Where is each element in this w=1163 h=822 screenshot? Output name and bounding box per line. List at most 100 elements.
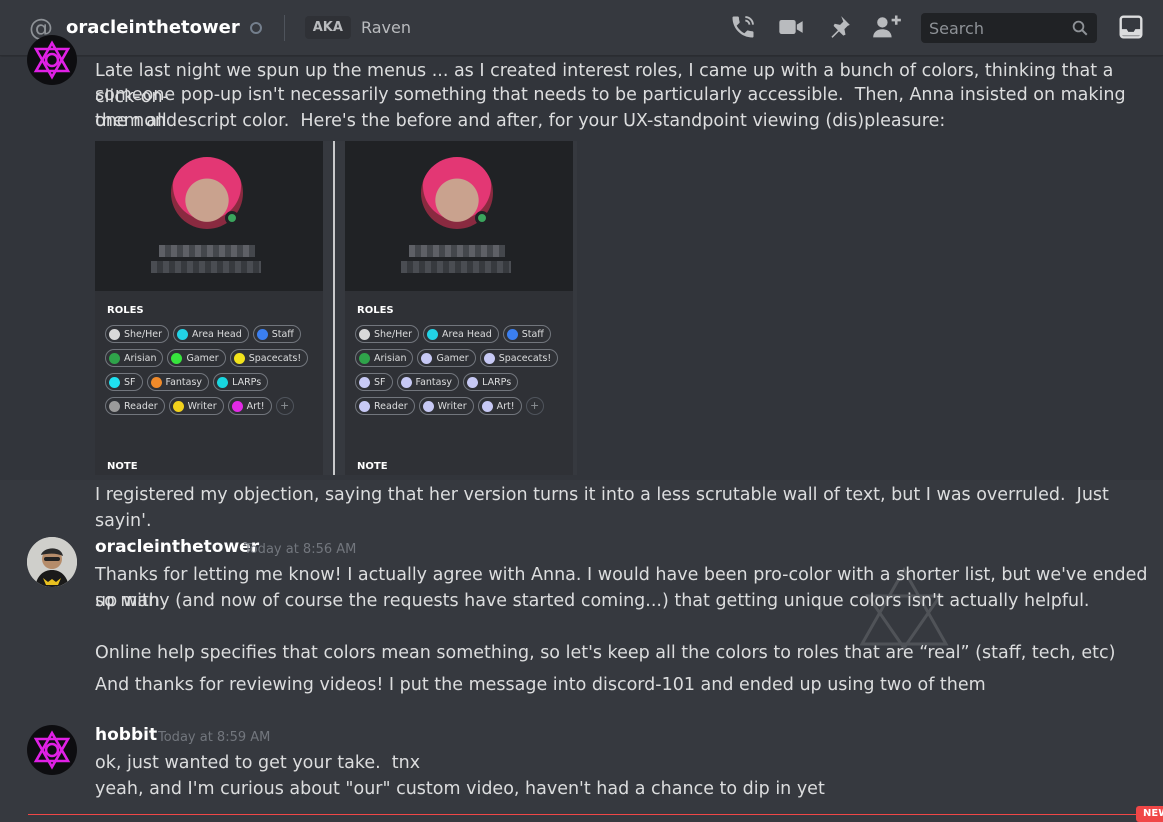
search-box[interactable]: [921, 13, 1097, 43]
add-role-button[interactable]: +: [275, 397, 294, 415]
profile-card-before: ROLES She/Her Area Head Staff Arisian Gamer S…: [95, 141, 323, 475]
role-label: Spacecats!: [248, 352, 302, 364]
role-color-dot: [427, 328, 438, 340]
message-text: one nondescript color. Here's the before…: [95, 111, 946, 131]
role-label: Art!: [496, 400, 515, 412]
role-pill[interactable]: Area Head: [423, 325, 499, 343]
role-pill[interactable]: Art!: [477, 397, 522, 415]
role-pill[interactable]: LARPs: [463, 373, 519, 391]
phone-call-icon[interactable]: [726, 10, 760, 44]
role-label: Area Head: [442, 328, 492, 340]
new-messages-divider: [28, 814, 1163, 815]
watermark-logo: [856, 566, 952, 656]
message-timestamp: Today at 8:59 AM: [158, 730, 271, 745]
role-label: Arisian: [124, 352, 157, 364]
role-list: She/Her Area Head Staff Arisian Gamer Spaceca…: [105, 325, 315, 415]
avatar[interactable]: [27, 725, 77, 775]
role-color-dot: [109, 400, 120, 412]
video-call-icon[interactable]: [774, 10, 808, 44]
role-color-dot: [109, 328, 120, 340]
message-list: Late last night we spun up the menus ...…: [0, 35, 1163, 822]
role-label: She/Her: [374, 328, 412, 340]
role-pill[interactable]: Reader: [355, 397, 415, 415]
role-pill[interactable]: She/Her: [105, 325, 169, 343]
role-label: LARPs: [482, 376, 512, 388]
aka-badge: AKA: [304, 16, 351, 39]
role-pill[interactable]: Staff: [252, 325, 301, 343]
role-label: Gamer: [186, 352, 219, 364]
role-pill[interactable]: She/Her: [355, 325, 419, 343]
role-pill[interactable]: Spacecats!: [229, 349, 309, 367]
role-color-dot: [231, 400, 243, 412]
role-pill[interactable]: Fantasy: [146, 373, 210, 391]
role-label: Staff: [271, 328, 294, 340]
attachment-image[interactable]: ROLES She/Her Area Head Staff Arisian Gamer S…: [95, 141, 577, 475]
role-pill[interactable]: Art!: [227, 397, 272, 415]
add-role-button[interactable]: +: [525, 397, 544, 415]
role-pill[interactable]: Writer: [418, 397, 474, 415]
message-timestamp: Today at 8:56 AM: [244, 542, 357, 557]
role-pill[interactable]: Reader: [105, 397, 165, 415]
avatar[interactable]: [27, 537, 77, 587]
channel-name: oracleinthetower: [66, 17, 240, 38]
role-color-dot: [171, 352, 183, 364]
role-label: Writer: [437, 400, 467, 412]
status-indicator: [249, 21, 262, 34]
new-messages-badge: NEW: [1136, 806, 1163, 822]
role-label: Arisian: [374, 352, 407, 364]
role-color-dot: [359, 400, 370, 412]
role-color-dot: [483, 352, 495, 364]
pin-icon[interactable]: [822, 10, 856, 44]
header-divider: [283, 14, 285, 41]
role-color-dot: [506, 328, 518, 340]
role-pill[interactable]: LARPs: [213, 373, 269, 391]
role-pill[interactable]: Spacecats!: [479, 349, 559, 367]
role-pill[interactable]: Arisian: [355, 349, 414, 367]
channel-header: @ oracleinthetower AKA Raven: [0, 0, 1163, 56]
role-color-dot: [172, 400, 184, 412]
role-pill[interactable]: Staff: [502, 325, 551, 343]
role-label: Area Head: [192, 328, 242, 340]
roles-heading: ROLES: [357, 305, 394, 316]
role-pill[interactable]: Area Head: [173, 325, 249, 343]
avatar[interactable]: [27, 35, 77, 85]
role-label: Art!: [246, 400, 265, 412]
message-text: ok, just wanted to get your take. tnx: [95, 753, 421, 773]
add-member-icon[interactable]: [870, 10, 904, 44]
redacted-username: [159, 245, 255, 257]
role-pill[interactable]: Fantasy: [396, 373, 460, 391]
role-color-dot: [421, 352, 433, 364]
role-pill[interactable]: Gamer: [167, 349, 226, 367]
message-author[interactable]: oracleinthetower: [95, 537, 259, 557]
role-label: Fantasy: [165, 376, 203, 388]
image-divider: [333, 141, 335, 475]
role-color-dot: [359, 328, 370, 340]
role-color-dot: [422, 400, 434, 412]
redacted-tag: [401, 261, 511, 273]
role-color-dot: [150, 376, 162, 388]
search-icon: [1071, 19, 1089, 41]
role-pill[interactable]: Gamer: [417, 349, 476, 367]
role-color-dot: [481, 400, 493, 412]
role-color-dot: [233, 352, 245, 364]
inbox-icon[interactable]: [1118, 14, 1144, 44]
role-label: LARPs: [232, 376, 262, 388]
profile-banner: [95, 141, 323, 291]
role-pill[interactable]: SF: [105, 373, 143, 391]
role-color-dot: [467, 376, 479, 388]
profile-banner: [345, 141, 573, 291]
role-label: SF: [124, 376, 136, 388]
role-pill[interactable]: Arisian: [105, 349, 164, 367]
search-input[interactable]: [929, 18, 1069, 38]
role-pill[interactable]: SF: [355, 373, 393, 391]
message-author[interactable]: hobbit: [95, 725, 157, 745]
note-heading: NOTE: [357, 461, 388, 472]
message-text: And thanks for reviewing videos! I put t…: [95, 675, 986, 695]
role-color-dot: [217, 376, 229, 388]
role-label: Reader: [124, 400, 158, 412]
role-label: She/Her: [124, 328, 162, 340]
online-status-icon: [475, 211, 489, 225]
role-pill[interactable]: Writer: [168, 397, 224, 415]
role-label: Spacecats!: [498, 352, 552, 364]
role-label: Reader: [374, 400, 408, 412]
